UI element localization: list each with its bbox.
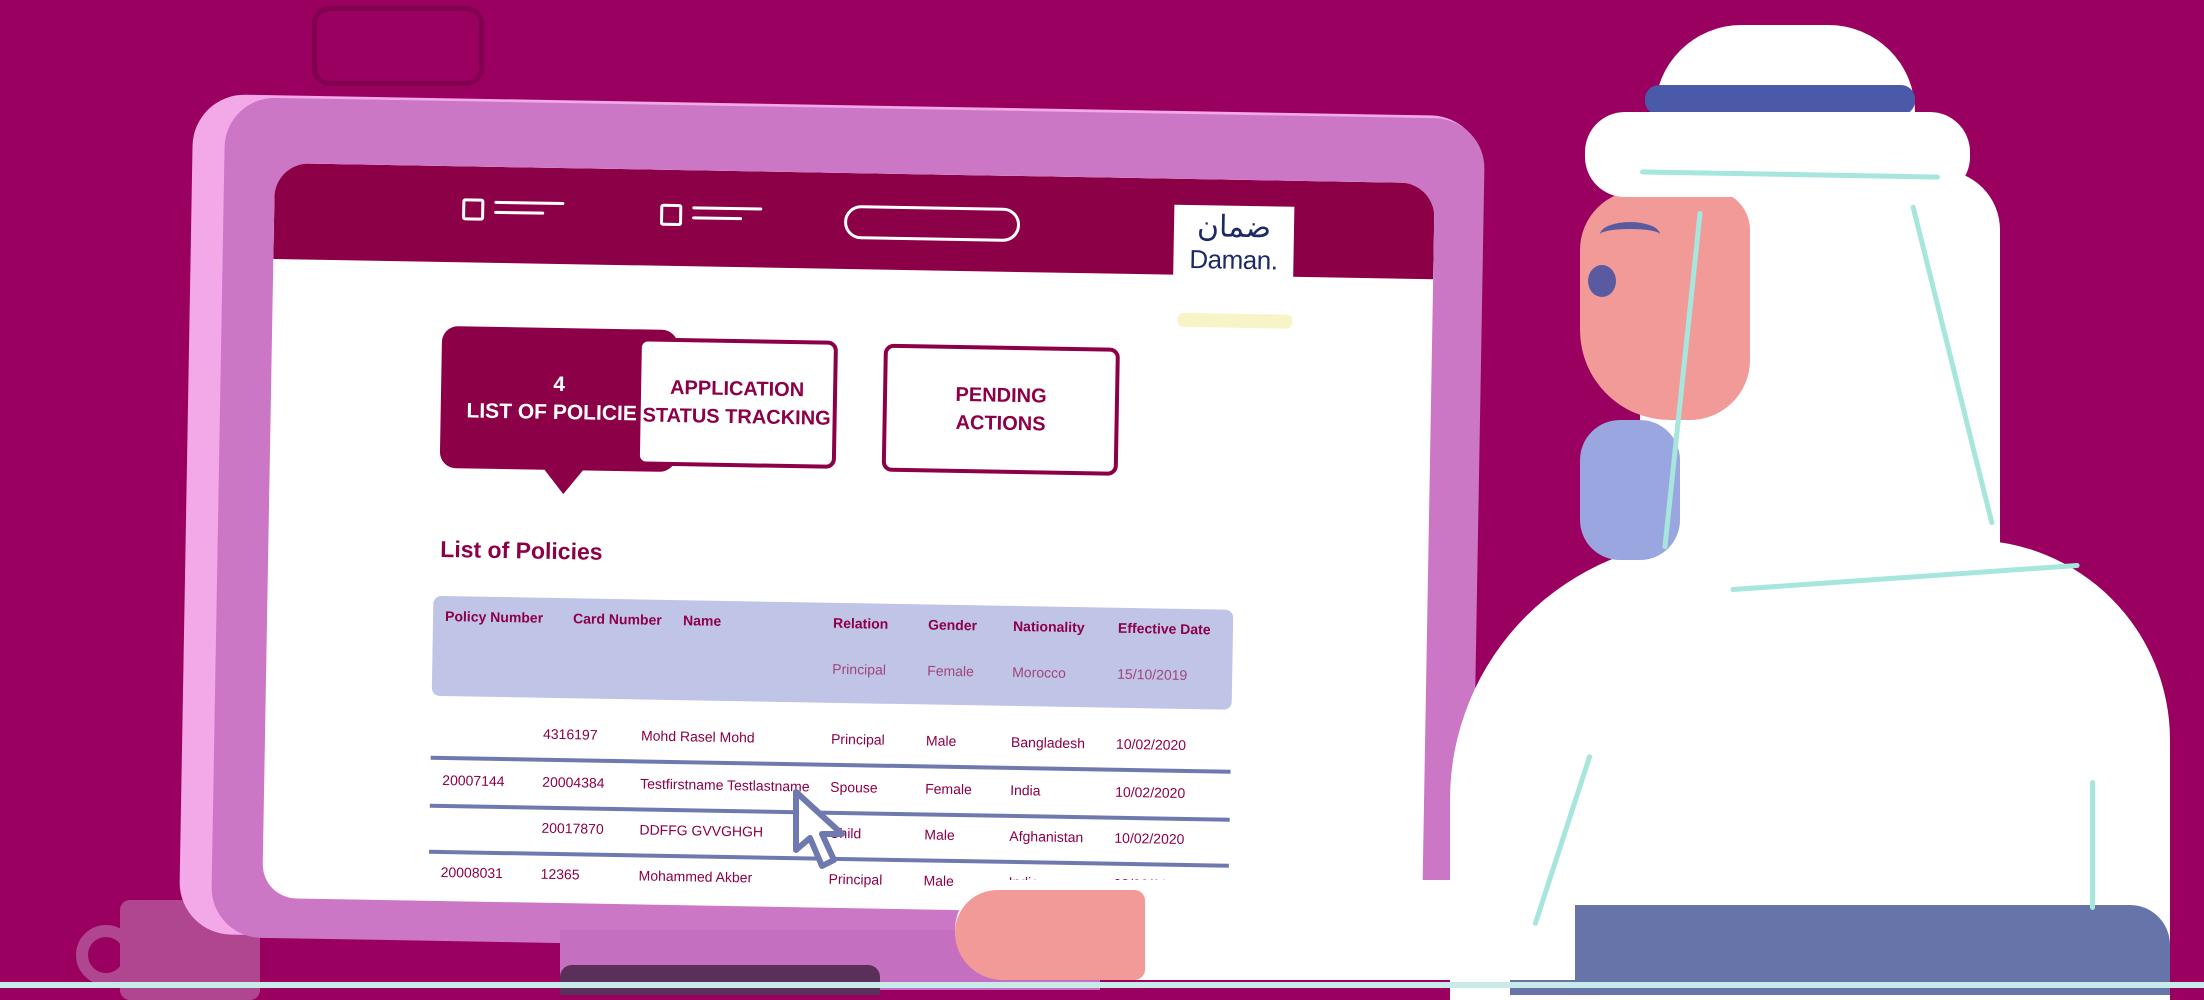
logo-latin-text: Daman. [1189, 243, 1278, 276]
table-cell: 15/10/2019 [1117, 665, 1188, 683]
tab-label: LIST OF POLICIES [466, 399, 652, 426]
man-cap-rim [1585, 112, 1970, 197]
man-face [1580, 190, 1750, 420]
monitor-foot [560, 965, 880, 995]
section-title: List of Policies [440, 535, 603, 565]
daman-logo: ضمان Daman. [1172, 204, 1295, 297]
wall-picture-frame [312, 6, 484, 86]
policy-count: 4 [553, 372, 566, 397]
table-cell: 20017870 [541, 819, 604, 837]
table-cell: 4316197 [542, 725, 598, 743]
table-cell: India [1010, 781, 1041, 799]
table-cell: Female [925, 780, 973, 798]
tab-label-line: PENDING [955, 383, 1047, 408]
column-header: Gender [927, 616, 978, 634]
nav-item-line [494, 210, 545, 215]
table-cell: 20008031 [440, 864, 504, 882]
nav-item-line [494, 200, 565, 206]
column-header: Effective Date [1117, 619, 1211, 638]
man-eyebrow [1600, 222, 1660, 247]
man-hand [955, 890, 1145, 980]
column-header: Relation [832, 614, 889, 632]
table-cell: Morocco [1012, 663, 1067, 681]
logo-arabic-text: ضمان [1196, 209, 1272, 246]
man-eye [1588, 265, 1616, 297]
table-cell: Mohammed Akber [638, 867, 753, 886]
table-cell: 12365 [540, 865, 580, 883]
table-cell: Bangladesh [1010, 733, 1086, 752]
table-cell: Female [927, 662, 975, 680]
table-cell: Male [924, 826, 955, 843]
nav-item-line [692, 206, 763, 211]
logo-highlight [1177, 312, 1293, 329]
man-cap-band [1645, 85, 1915, 115]
table-cell: Mohd Rasel Mohd [640, 727, 755, 746]
garment-trim [2090, 780, 2095, 910]
table-cell: 20004384 [542, 773, 605, 791]
table-cell: 10/02/2020 [1114, 829, 1185, 847]
nav-item-line [692, 216, 743, 221]
column-header: Policy Number [444, 608, 544, 626]
column-header: Name [682, 612, 722, 629]
search-input[interactable] [843, 204, 1021, 243]
table-cell: Male [925, 732, 957, 749]
nav-checkbox-icon[interactable] [659, 203, 683, 227]
column-header: Nationality [1012, 617, 1085, 636]
tab-label-line: ACTIONS [955, 411, 1046, 436]
active-tab-pointer [539, 463, 588, 495]
table-cell: DDFFG GVVGHGH [639, 821, 764, 840]
table-cell: 10/02/2020 [1115, 735, 1187, 753]
table-cell: Testfirstname Testlastname [640, 775, 810, 795]
tab-label-line: STATUS TRACKING [642, 404, 831, 430]
table-cell: 10/02/2020 [1115, 783, 1186, 801]
table-header: Policy Number Card Number Name Relation … [431, 595, 1234, 710]
table-cell: 20007144 [442, 772, 505, 790]
tab-application-status-tracking[interactable]: APPLICATION STATUS TRACKING [635, 337, 838, 469]
column-header: Card Number [572, 610, 662, 628]
mouse-pointer-icon [793, 789, 845, 869]
table-cell: Principal [828, 870, 883, 888]
tab-label-line: APPLICATION [669, 376, 805, 402]
table-cell: Afghanistan [1009, 827, 1084, 846]
nav-checkbox-icon[interactable] [462, 198, 485, 221]
tab-pending-actions[interactable]: PENDING ACTIONS [881, 343, 1120, 476]
bottom-border [0, 982, 2204, 988]
table-cell: Male [923, 872, 955, 889]
table-cell: Principal [830, 730, 885, 748]
table-cell: Principal [832, 660, 887, 678]
